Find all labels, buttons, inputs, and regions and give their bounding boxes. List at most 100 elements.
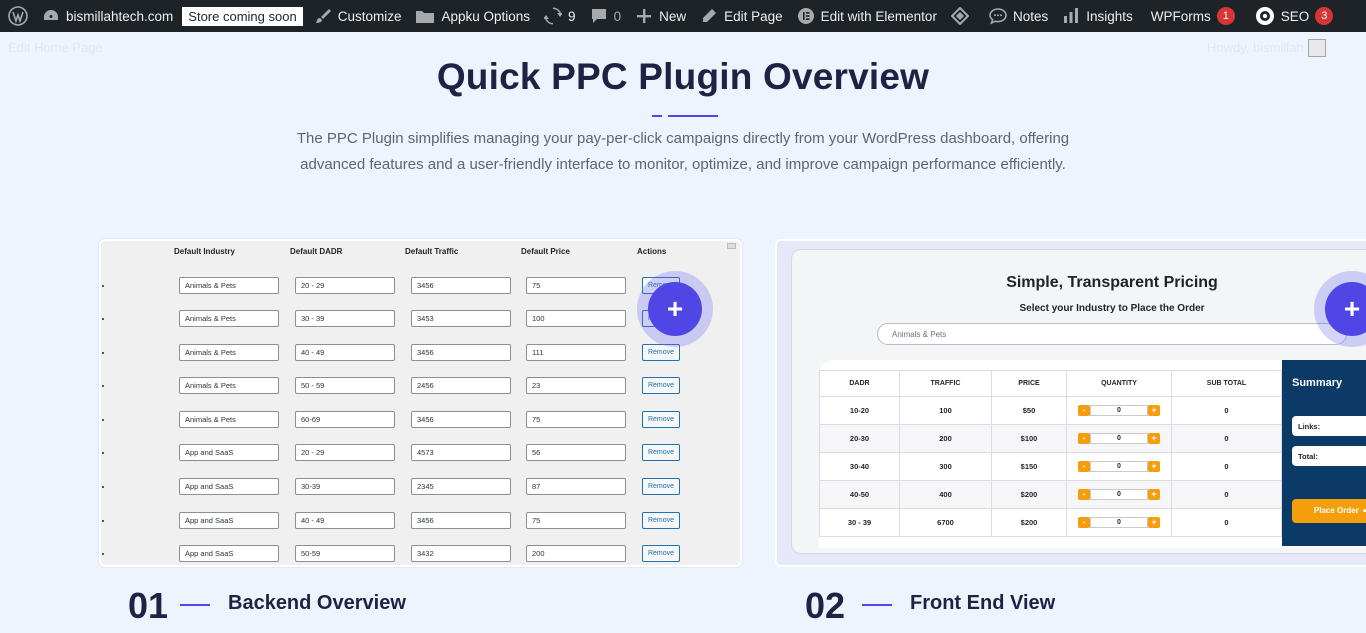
price-input[interactable]: 87 xyxy=(526,478,626,495)
quantity-value[interactable]: 0 xyxy=(1090,489,1148,500)
caption-line-02 xyxy=(862,604,892,606)
industry-input[interactable]: Animals & Pets xyxy=(179,344,279,361)
increment-button[interactable]: + xyxy=(1148,461,1160,472)
decrement-button[interactable]: - xyxy=(1078,517,1090,528)
row-marker xyxy=(102,385,104,387)
quantity-value[interactable]: 0 xyxy=(1090,461,1148,472)
quantity-value[interactable]: 0 xyxy=(1090,405,1148,416)
price-input[interactable]: 75 xyxy=(526,512,626,529)
cell-price: $200 xyxy=(991,508,1067,537)
traffic-input[interactable]: 3456 xyxy=(411,512,511,529)
wpforms-link[interactable]: WPForms 1 xyxy=(1144,0,1242,32)
increment-button[interactable]: + xyxy=(1148,489,1160,500)
traffic-input[interactable]: 3456 xyxy=(411,277,511,294)
industry-input[interactable]: Animals & Pets xyxy=(179,377,279,394)
cell-subtotal: 0 xyxy=(1171,452,1282,481)
new-content-link[interactable]: New xyxy=(628,0,693,32)
cell-dadr: 20-30 xyxy=(819,424,900,453)
quantity-stepper: -0 + xyxy=(1078,405,1160,416)
decrement-button[interactable]: - xyxy=(1078,405,1090,416)
col-price: PRICE xyxy=(991,370,1067,397)
pricing-table-header-row: DADR TRAFFIC PRICE QUANTITY SUB TOTAL xyxy=(819,370,1282,397)
edit-home-page-ghost-link[interactable]: Edit Home Page xyxy=(8,40,103,55)
comments-link[interactable]: 0 xyxy=(583,0,629,32)
cell-traffic: 100 xyxy=(899,396,992,425)
traffic-input[interactable]: 3456 xyxy=(411,344,511,361)
diamond-plugin-link[interactable] xyxy=(944,0,976,32)
col-quantity: QUANTITY xyxy=(1066,370,1172,397)
dadr-input[interactable]: 50 - 59 xyxy=(295,377,395,394)
remove-button[interactable]: Remove xyxy=(642,444,680,461)
traffic-input[interactable]: 4573 xyxy=(411,444,511,461)
decrement-button[interactable]: - xyxy=(1078,489,1090,500)
cell-traffic: 200 xyxy=(899,424,992,453)
user-avatar[interactable] xyxy=(1308,39,1326,57)
remove-button[interactable]: Remove xyxy=(642,411,680,428)
store-coming-soon-badge[interactable]: Store coming soon xyxy=(182,6,303,26)
cell-dadr: 40-50 xyxy=(819,480,900,509)
order-summary-panel: Summary Links: Total: Place Order ⮕ xyxy=(1282,360,1366,546)
dadr-input[interactable]: 30 - 39 xyxy=(295,310,395,327)
cell-traffic: 400 xyxy=(899,480,992,509)
price-input[interactable]: 111 xyxy=(526,344,626,361)
increment-button[interactable]: + xyxy=(1148,517,1160,528)
increment-button[interactable]: + xyxy=(1148,405,1160,416)
dadr-input[interactable]: 40 - 49 xyxy=(295,344,395,361)
industry-input[interactable]: Animals & Pets xyxy=(179,411,279,428)
traffic-input[interactable]: 2345 xyxy=(411,478,511,495)
price-input[interactable]: 100 xyxy=(526,310,626,327)
traffic-input[interactable]: 3432 xyxy=(411,545,511,562)
traffic-input[interactable]: 3453 xyxy=(411,310,511,327)
industry-input[interactable]: App and SaaS xyxy=(179,444,279,461)
updates-link[interactable]: 9 xyxy=(537,0,583,32)
traffic-input[interactable]: 2456 xyxy=(411,377,511,394)
appku-options-link[interactable]: Appku Options xyxy=(408,0,537,32)
place-order-button[interactable]: Place Order ⮕ xyxy=(1292,499,1366,523)
dadr-input[interactable]: 50-59 xyxy=(295,545,395,562)
price-input[interactable]: 200 xyxy=(526,545,626,562)
remove-button[interactable]: Remove xyxy=(642,545,680,562)
site-name-link[interactable]: bismillahtech.com xyxy=(35,0,180,32)
industry-input[interactable]: Animals & Pets xyxy=(179,277,279,294)
insights-link[interactable]: Insights xyxy=(1055,0,1140,32)
dadr-input[interactable]: 20 - 29 xyxy=(295,444,395,461)
remove-button[interactable]: Remove xyxy=(642,512,680,529)
industry-input[interactable]: App and SaaS xyxy=(179,545,279,562)
notes-link[interactable]: Notes xyxy=(982,0,1055,32)
front-add-button[interactable]: + xyxy=(1325,282,1366,336)
cell-traffic: 300 xyxy=(899,452,992,481)
caption-number-01: 01 xyxy=(128,585,169,626)
edit-with-elementor-link[interactable]: Edit with Elementor xyxy=(790,0,944,32)
dadr-input[interactable]: 20 - 29 xyxy=(295,277,395,294)
quantity-value[interactable]: 0 xyxy=(1090,517,1148,528)
pricing-row: 30-40 300 $150-0 +0 xyxy=(819,452,1282,481)
decrement-button[interactable]: - xyxy=(1078,433,1090,444)
industry-input[interactable]: App and SaaS xyxy=(179,512,279,529)
dadr-input[interactable]: 60-69 xyxy=(295,411,395,428)
caption-label-frontend: Front End View xyxy=(910,592,1056,614)
cell-price: $100 xyxy=(991,424,1067,453)
dadr-input[interactable]: 40 - 49 xyxy=(295,512,395,529)
remove-button[interactable]: Remove xyxy=(642,377,680,394)
howdy-user-ghost-link[interactable]: Howdy, bismillah xyxy=(1207,40,1304,55)
corner-window-icon xyxy=(727,243,736,249)
industry-select[interactable]: Animals & Pets xyxy=(877,323,1347,345)
wordpress-logo-button[interactable] xyxy=(0,0,35,32)
seo-label: SEO xyxy=(1280,8,1310,24)
remove-button[interactable]: Remove xyxy=(642,478,680,495)
price-input[interactable]: 23 xyxy=(526,377,626,394)
edit-page-link[interactable]: Edit Page xyxy=(693,0,790,32)
price-input[interactable]: 56 xyxy=(526,444,626,461)
price-input[interactable]: 75 xyxy=(526,277,626,294)
increment-button[interactable]: + xyxy=(1148,433,1160,444)
quantity-value[interactable]: 0 xyxy=(1090,433,1148,444)
industry-input[interactable]: Animals & Pets xyxy=(179,310,279,327)
seo-link[interactable]: SEO 3 xyxy=(1248,0,1341,32)
customize-link[interactable]: Customize xyxy=(307,0,409,32)
decrement-button[interactable]: - xyxy=(1078,461,1090,472)
traffic-input[interactable]: 3456 xyxy=(411,411,511,428)
industry-input[interactable]: App and SaaS xyxy=(179,478,279,495)
dadr-input[interactable]: 30-39 xyxy=(295,478,395,495)
price-input[interactable]: 75 xyxy=(526,411,626,428)
add-row-button[interactable]: + xyxy=(648,282,702,336)
